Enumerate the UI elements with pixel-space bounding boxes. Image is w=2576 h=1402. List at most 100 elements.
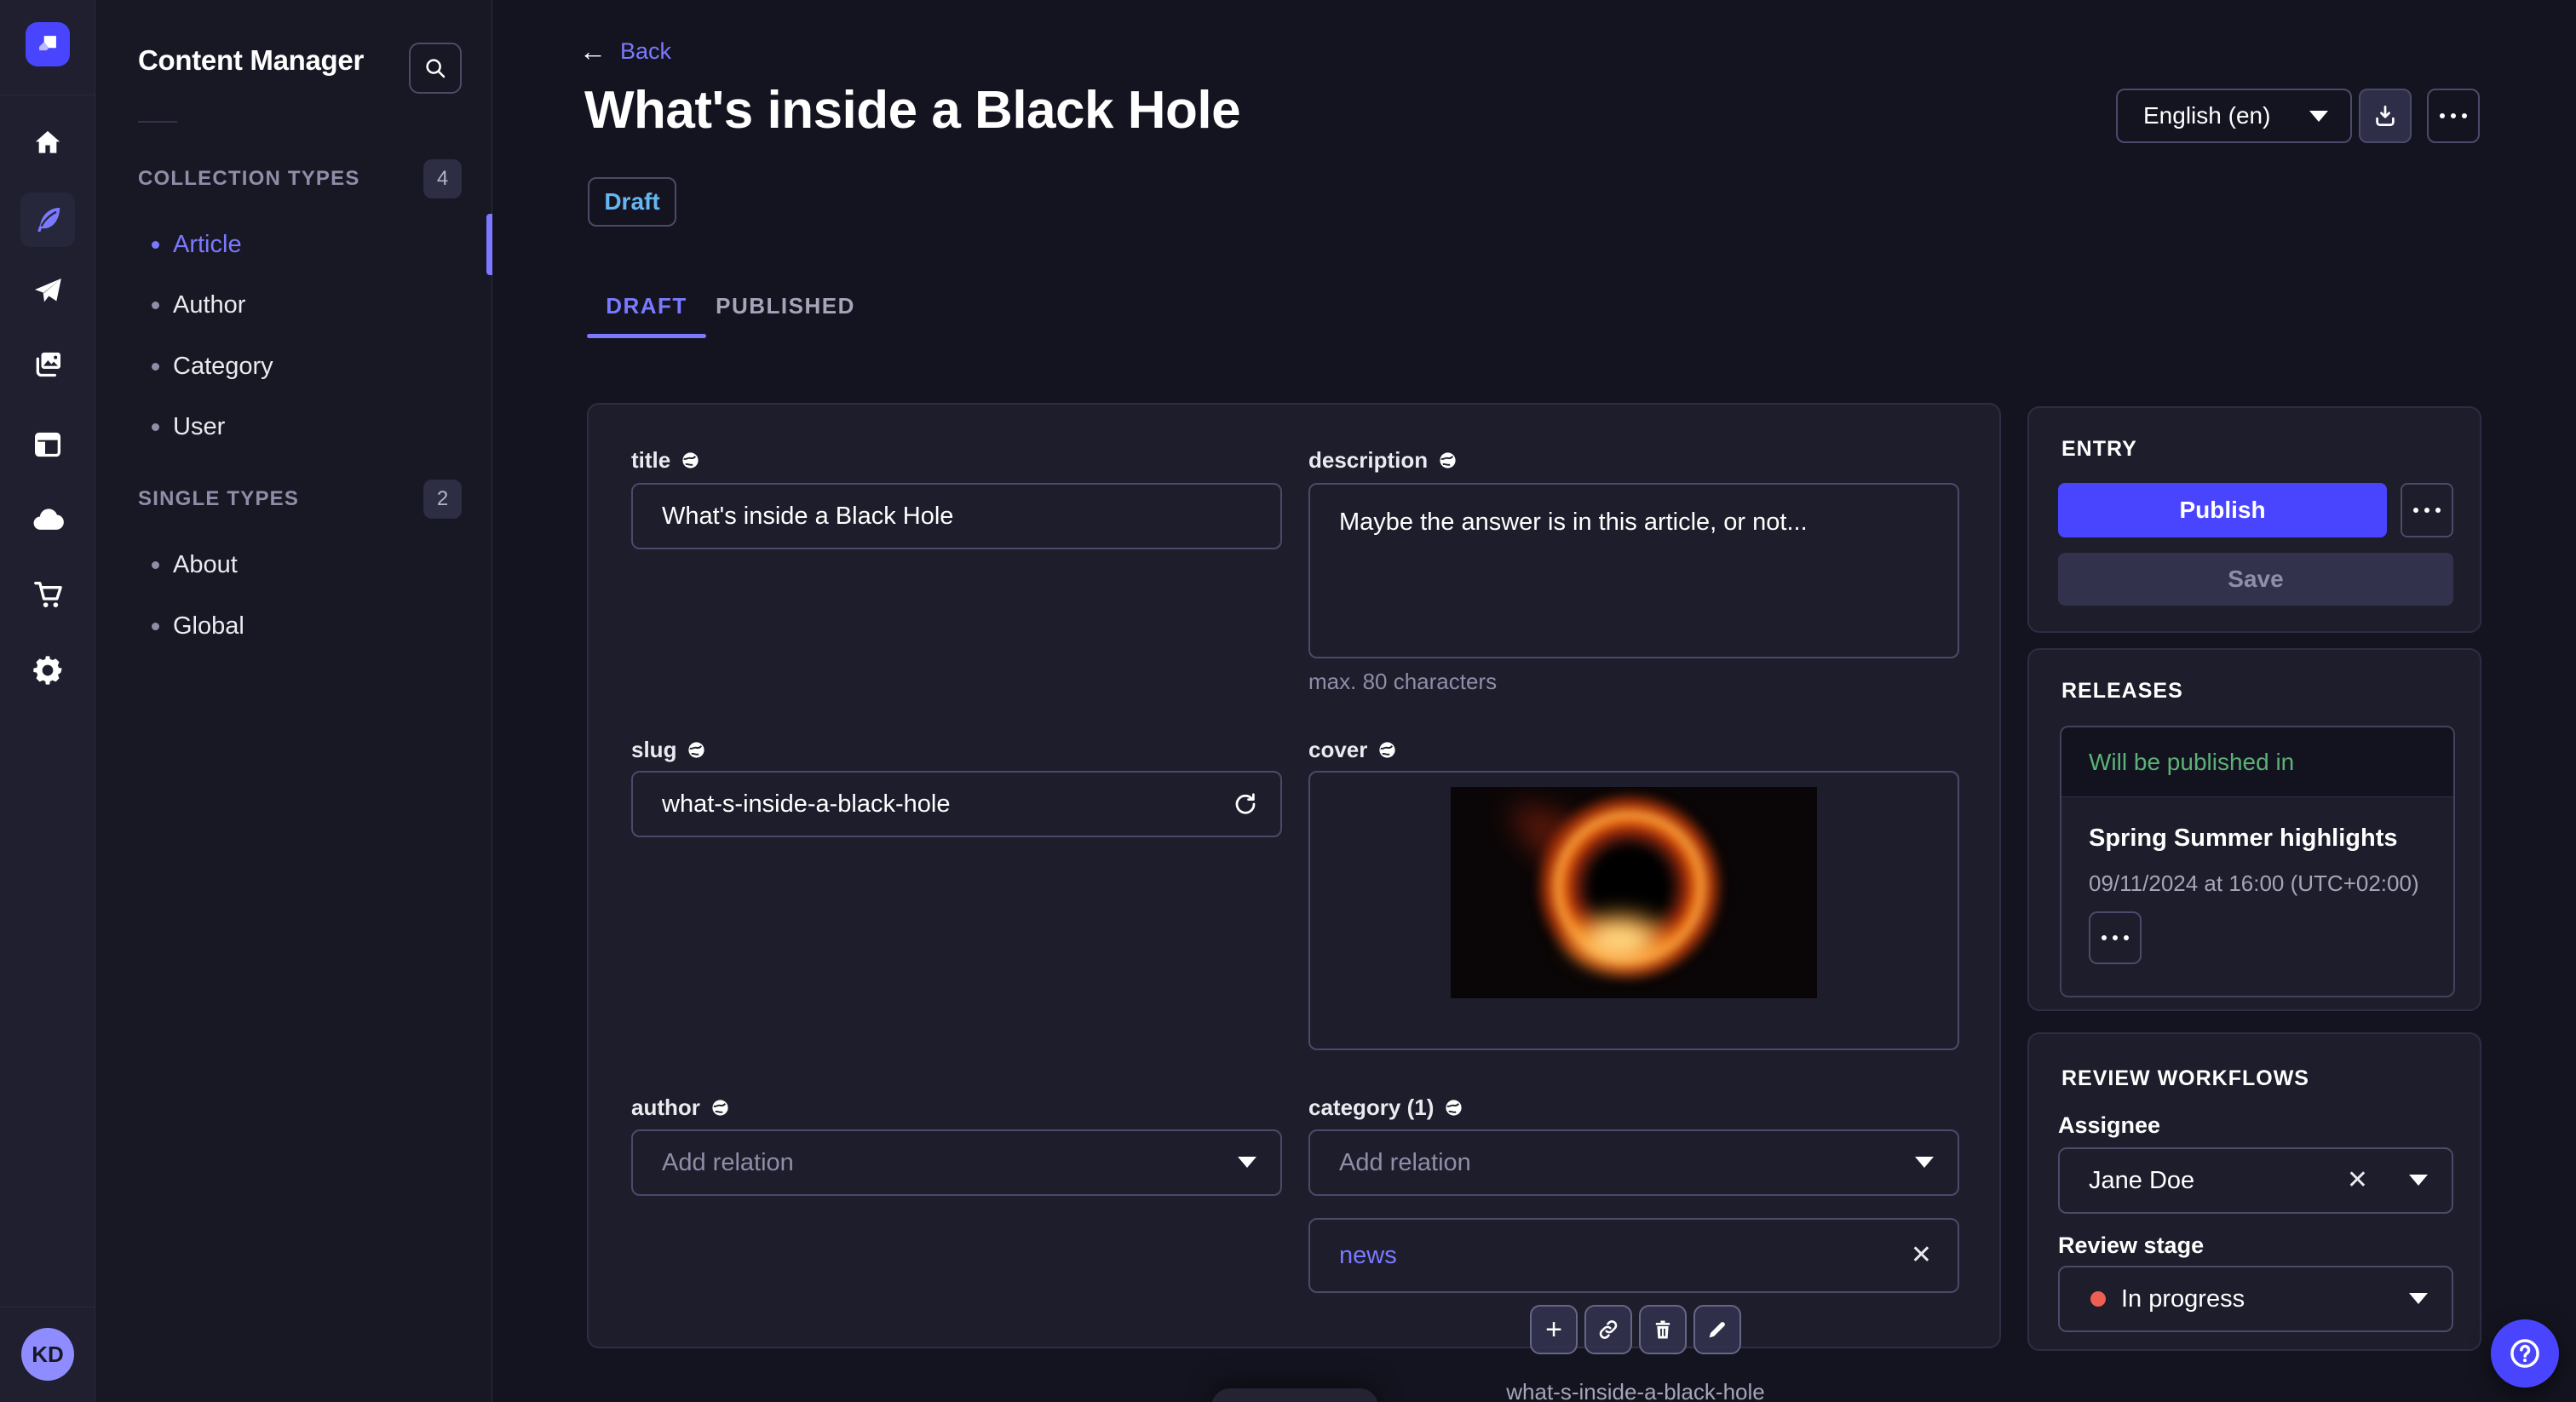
slug-input[interactable]: what-s-inside-a-black-hole	[631, 771, 1282, 837]
globe-icon	[712, 1100, 728, 1116]
review-panel-label: REVIEW WORKFLOWS	[2061, 1066, 2309, 1090]
sidebar-item-user[interactable]: User	[95, 396, 492, 457]
nav-home-button[interactable]	[20, 116, 75, 170]
nav-media-library-button[interactable]	[20, 337, 75, 392]
field-label-slug: slug	[631, 737, 706, 763]
strapi-logo-icon	[39, 36, 56, 51]
save-button[interactable]: Save	[2058, 553, 2453, 606]
back-label: Back	[620, 37, 672, 64]
section-label-collection-types: COLLECTION TYPES	[138, 167, 360, 190]
cover-edit-button[interactable]	[1693, 1305, 1741, 1354]
releases-panel-label: RELEASES	[2061, 679, 2183, 703]
back-link[interactable]: ← Back	[579, 37, 671, 65]
save-button-label: Save	[2228, 566, 2284, 592]
globe-icon	[682, 452, 699, 468]
question-icon	[2510, 1339, 2539, 1368]
cover-image-black-hole	[1451, 787, 1817, 998]
review-stage-value: In progress	[2121, 1284, 2245, 1313]
sidebar-item-author[interactable]: Author	[95, 274, 492, 336]
sidebar-item-global[interactable]: Global	[95, 595, 492, 657]
locale-selected-value: English (en)	[2143, 102, 2271, 129]
release-status: Will be published in	[2061, 727, 2453, 797]
nav-releases-button[interactable]	[20, 264, 75, 319]
bottom-toolbar-partial[interactable]	[1211, 1388, 1378, 1402]
sidebar-item-category[interactable]: Category	[95, 336, 492, 397]
field-label-text: slug	[631, 737, 677, 762]
publish-button-label: Publish	[2179, 497, 2266, 523]
category-relation-link[interactable]: news	[1310, 1242, 1397, 1270]
nav-marketplace-button[interactable]	[20, 567, 75, 622]
pencil-icon	[1709, 1322, 1725, 1338]
cover-actions-toolbar: +	[1530, 1305, 1741, 1354]
sidebar-search-button[interactable]	[409, 43, 462, 94]
cover-delete-button[interactable]	[1639, 1305, 1687, 1354]
author-relation-select[interactable]: Add relation	[631, 1129, 1282, 1196]
release-card: Will be published in Spring Summer highl…	[2060, 726, 2455, 997]
sidebar-item-label: Global	[173, 612, 244, 640]
nav-content-manager-button[interactable]	[20, 192, 75, 247]
header-more-actions-button[interactable]	[2427, 89, 2480, 143]
nav-settings-button[interactable]	[20, 643, 75, 698]
globe-icon	[688, 742, 705, 758]
field-label-description: description	[1308, 447, 1458, 474]
field-label-author: author	[631, 1095, 730, 1121]
trash-icon	[1655, 1320, 1670, 1339]
ellipsis-icon	[2413, 508, 2441, 513]
description-hint: max. 80 characters	[1308, 669, 1498, 694]
field-label-text: category (1)	[1308, 1095, 1435, 1120]
sidebar-item-label: Author	[173, 290, 246, 319]
review-stage-select[interactable]: In progress	[2058, 1266, 2453, 1332]
user-avatar[interactable]: KD	[21, 1328, 74, 1381]
entry-more-actions-button[interactable]	[2401, 483, 2453, 537]
tab-draft[interactable]: DRAFT	[587, 274, 706, 337]
sidebar-title: Content Manager	[138, 44, 365, 76]
sidebar-item-article[interactable]: Article	[95, 214, 492, 275]
page-title: What's inside a Black Hole	[584, 81, 1241, 140]
entry-panel: ENTRY Publish Save	[2027, 406, 2481, 633]
arrow-left-icon: ←	[579, 36, 607, 66]
field-label-cover: cover	[1308, 737, 1397, 763]
export-button[interactable]	[2359, 89, 2412, 143]
cover-copy-link-button[interactable]	[1584, 1305, 1632, 1354]
field-label-title: title	[631, 447, 700, 474]
author-placeholder: Add relation	[662, 1148, 794, 1176]
active-tab-underline	[587, 334, 706, 338]
images-icon	[36, 352, 60, 377]
remove-relation-icon[interactable]: ✕	[1911, 1243, 1932, 1268]
cover-add-button[interactable]: +	[1530, 1305, 1578, 1354]
download-icon	[2376, 106, 2395, 126]
release-date: 09/11/2024 at 16:00 (UTC+02:00)	[2089, 871, 2419, 896]
help-button[interactable]	[2491, 1319, 2559, 1388]
category-relation-select[interactable]: Add relation	[1308, 1129, 1959, 1196]
title-input[interactable]: What's inside a Black Hole	[631, 483, 1282, 549]
tab-published[interactable]: PUBLISHED	[716, 274, 854, 337]
stage-status-dot	[2090, 1291, 2106, 1307]
globe-icon	[1446, 1100, 1462, 1116]
strapi-logo[interactable]	[26, 22, 70, 66]
paper-plane-icon	[35, 279, 61, 302]
regenerate-slug-button[interactable]	[1233, 791, 1258, 817]
release-more-actions-button[interactable]	[2089, 911, 2142, 964]
nav-deploy-button[interactable]	[20, 493, 75, 548]
chevron-down-icon	[1915, 1157, 1934, 1168]
bullet-icon	[152, 362, 159, 371]
bullet-icon	[152, 422, 159, 431]
globe-icon	[1379, 742, 1395, 758]
sidebar-divider	[138, 121, 177, 123]
nav-content-type-builder-button[interactable]	[20, 417, 75, 472]
bullet-icon	[152, 240, 159, 249]
sidebar-item-about[interactable]: About	[95, 534, 492, 595]
field-label-text: author	[631, 1095, 700, 1120]
gear-icon	[33, 656, 62, 685]
clear-assignee-icon[interactable]: ✕	[2347, 1168, 2368, 1193]
cloud-icon	[33, 509, 64, 530]
black-hole-glow	[1560, 906, 1679, 974]
description-textarea[interactable]: Maybe the answer is in this article, or …	[1308, 483, 1959, 658]
publish-button[interactable]: Publish	[2058, 483, 2387, 537]
edit-form-panel: title What's inside a Black Hole descrip…	[587, 403, 2001, 1402]
assignee-select[interactable]: Jane Doe ✕	[2058, 1147, 2453, 1214]
field-label-text: description	[1308, 447, 1429, 473]
category-relation-item: news ✕	[1308, 1218, 1959, 1293]
locale-select[interactable]: English (en)	[2116, 89, 2352, 143]
chevron-down-icon	[2309, 110, 2328, 122]
